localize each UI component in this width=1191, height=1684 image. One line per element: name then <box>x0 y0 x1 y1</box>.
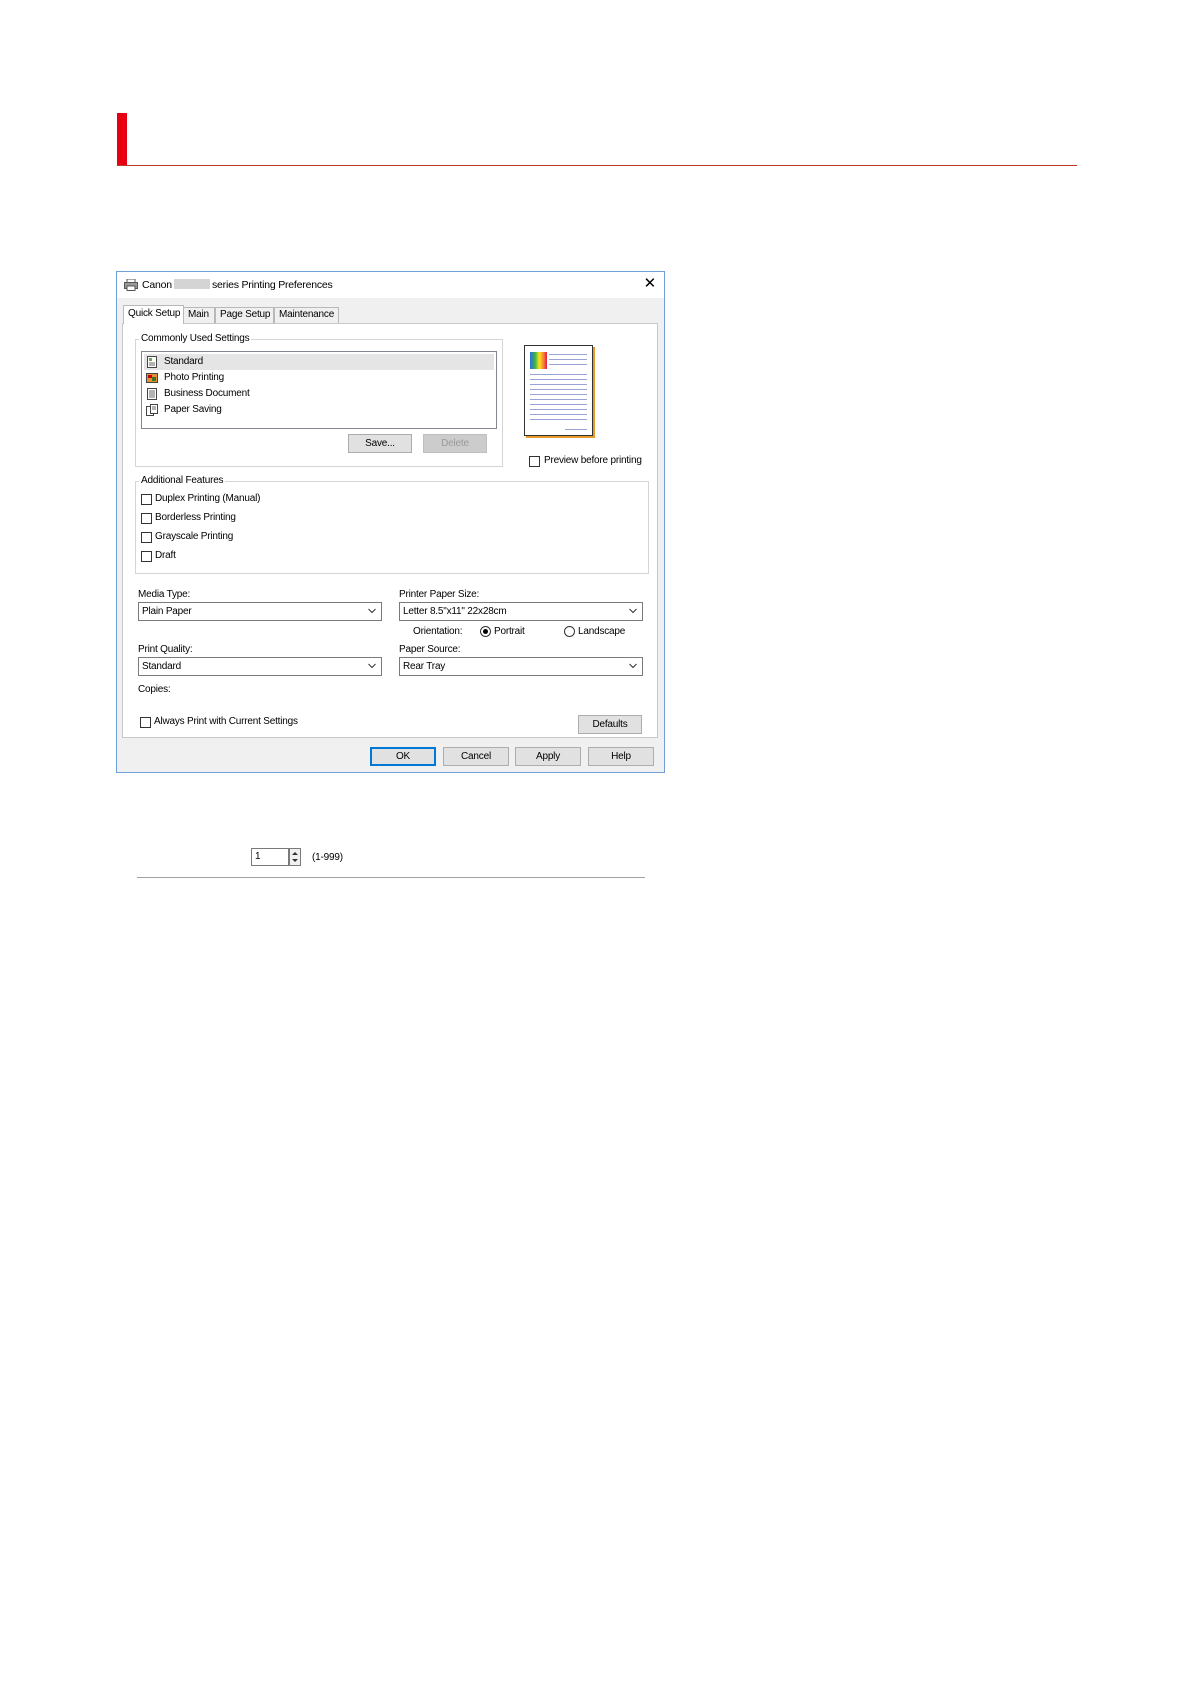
preview-text-line <box>530 414 587 415</box>
list-item[interactable]: Paper Saving <box>144 402 494 418</box>
preview-text-line <box>530 379 587 380</box>
grayscale-printing-checkbox[interactable] <box>141 532 152 543</box>
landscape-label: Landscape <box>578 626 626 637</box>
preview-before-printing-checkbox[interactable] <box>529 456 540 467</box>
list-item[interactable]: Business Document <box>144 386 494 402</box>
tab-quick-setup[interactable]: Quick Setup <box>123 305 184 324</box>
tab-main[interactable]: Main <box>183 307 215 323</box>
quick-setup-page: Commonly Used Settings Standard Photo Pr… <box>122 323 658 738</box>
draft-label: Draft <box>155 550 176 561</box>
delete-button[interactable]: Delete <box>423 434 487 453</box>
print-quality-select[interactable]: Standard <box>138 657 382 676</box>
paper-size-label: Printer Paper Size: <box>399 589 480 600</box>
title-bar: Canon series Printing Preferences ✕ <box>117 272 664 298</box>
preview-text-line <box>549 354 587 355</box>
preview-text-line <box>530 409 587 410</box>
commonly-used-settings-label: Commonly Used Settings <box>139 333 252 344</box>
duplex-printing-label: Duplex Printing (Manual) <box>155 493 261 504</box>
printing-preferences-dialog: Canon series Printing Preferences ✕ Quick… <box>116 271 665 878</box>
ok-button[interactable]: OK <box>370 747 436 766</box>
always-print-label: Always Print with Current Settings <box>154 716 298 727</box>
window-title-suffix: series Printing Preferences <box>211 279 333 291</box>
preview-text-line <box>549 364 587 365</box>
defaults-button[interactable]: Defaults <box>578 715 642 734</box>
save-button[interactable]: Save... <box>348 434 412 453</box>
close-button[interactable]: ✕ <box>644 276 657 292</box>
draft-checkbox[interactable] <box>141 551 152 562</box>
chevron-down-icon <box>629 608 637 614</box>
chevron-down-icon <box>368 608 376 614</box>
landscape-radio[interactable] <box>564 626 575 637</box>
preview-text-line <box>565 429 587 430</box>
list-item[interactable]: Photo Printing <box>144 370 494 386</box>
cancel-button[interactable]: Cancel <box>443 747 509 766</box>
preview-text-line <box>530 384 587 385</box>
grayscale-printing-label: Grayscale Printing <box>155 531 234 542</box>
standard-document-icon <box>147 356 157 368</box>
media-type-label: Media Type: <box>138 589 191 600</box>
chevron-down-icon <box>368 663 376 669</box>
window-title-prefix: Canon <box>142 279 172 291</box>
preview-text-line <box>530 374 587 375</box>
paper-source-select[interactable]: Rear Tray <box>399 657 643 676</box>
copies-input[interactable]: 1 <box>251 848 289 866</box>
copies-spinner[interactable] <box>289 848 301 866</box>
borderless-printing-label: Borderless Printing <box>155 512 236 523</box>
media-type-value: Plain Paper <box>142 606 192 617</box>
additional-features-label: Additional Features <box>139 475 226 486</box>
paper-source-label: Paper Source: <box>399 644 461 655</box>
copies-range: (1-999) <box>312 852 343 863</box>
portrait-radio[interactable] <box>480 626 491 637</box>
preview-text-line <box>530 404 587 405</box>
print-quality-label: Print Quality: <box>138 644 193 655</box>
list-item[interactable]: Standard <box>144 354 494 370</box>
additional-features-group: Additional Features Duplex Printing (Man… <box>135 475 649 574</box>
paper-source-value: Rear Tray <box>403 661 446 672</box>
preview-text-line <box>530 389 587 390</box>
preview-text-line <box>530 394 587 395</box>
duplex-printing-checkbox[interactable] <box>141 494 152 505</box>
redacted-model-name <box>173 279 210 289</box>
print-preview-thumbnail <box>524 345 593 436</box>
paper-size-value: Letter 8.5"x11" 22x28cm <box>403 606 507 617</box>
copies-value: 1 <box>255 851 261 862</box>
preview-text-line <box>530 399 587 400</box>
paper-saving-icon <box>146 404 158 416</box>
commonly-used-settings-group: Commonly Used Settings Standard Photo Pr… <box>135 333 503 467</box>
print-quality-value: Standard <box>142 661 181 672</box>
separator <box>137 877 645 878</box>
help-button[interactable]: Help <box>588 747 654 766</box>
tab-maintenance[interactable]: Maintenance <box>274 307 339 323</box>
preview-text-line <box>549 359 587 360</box>
heading-rule <box>117 165 1077 166</box>
list-item-label: Standard <box>164 356 203 367</box>
preview-before-printing-label: Preview before printing <box>544 455 642 466</box>
copies-label: Copies: <box>138 684 171 695</box>
window-title: Canon series Printing Preferences <box>142 279 333 291</box>
list-item-label: Business Document <box>164 388 250 399</box>
photo-icon <box>146 373 158 383</box>
color-image-placeholder <box>530 352 547 369</box>
media-type-select[interactable]: Plain Paper <box>138 602 382 621</box>
always-print-checkbox[interactable] <box>140 717 151 728</box>
chevron-down-icon <box>629 663 637 669</box>
commonly-used-settings-list[interactable]: Standard Photo Printing Business Documen… <box>141 351 497 429</box>
list-item-label: Paper Saving <box>164 404 222 415</box>
borderless-printing-checkbox[interactable] <box>141 513 152 524</box>
tab-page-setup[interactable]: Page Setup <box>215 307 274 323</box>
heading-accent-bar <box>117 113 127 166</box>
preview-text-line <box>530 419 587 420</box>
paper-size-select[interactable]: Letter 8.5"x11" 22x28cm <box>399 602 643 621</box>
apply-button[interactable]: Apply <box>515 747 581 766</box>
orientation-label: Orientation: <box>413 626 463 637</box>
printer-icon <box>124 279 138 291</box>
spinner-arrows-icon <box>292 852 298 862</box>
business-document-icon <box>147 388 157 400</box>
list-item-label: Photo Printing <box>164 372 225 383</box>
portrait-label: Portrait <box>494 626 525 637</box>
